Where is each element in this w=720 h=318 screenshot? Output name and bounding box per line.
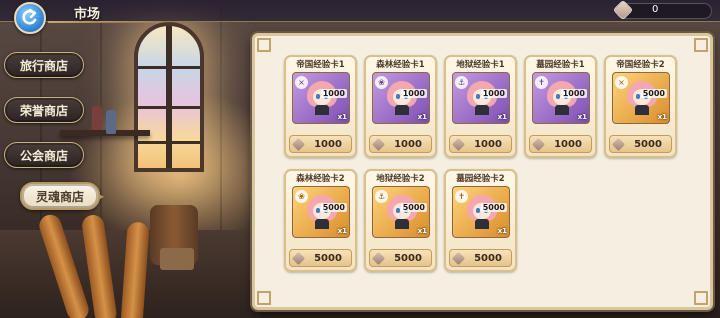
page-title: 市场 (74, 7, 101, 22)
item-quantity: x1 (577, 113, 587, 121)
price-value: 1000 (314, 139, 342, 150)
crate (160, 248, 194, 270)
exp-amount: 5000 (400, 203, 427, 212)
item-art: ⚓ 5000 x1 (372, 186, 430, 238)
shop-item-card[interactable]: 墓园经验卡2 ✝ 5000 x1 5000 (444, 169, 517, 272)
item-name: 地狱经验卡1 (456, 60, 505, 70)
shop-item-card[interactable]: 森林经验卡1 ❀ 1000 x1 1000 (364, 55, 437, 158)
exp-amount: 5000 (480, 203, 507, 212)
item-name: 森林经验卡1 (376, 60, 425, 70)
panel-corner-ornament (257, 291, 271, 305)
price-button[interactable]: 5000 (289, 249, 352, 267)
title-decoration (48, 21, 188, 23)
panel-corner-ornament (694, 291, 708, 305)
price-button[interactable]: 1000 (449, 135, 512, 153)
price-value: 1000 (554, 139, 582, 150)
shop-item-card[interactable]: 墓园经验卡1 ✝ 1000 x1 1000 (524, 55, 597, 158)
bottle (92, 106, 102, 130)
bottle (106, 110, 116, 134)
price-button[interactable]: 1000 (529, 135, 592, 153)
price-button[interactable]: 5000 (609, 135, 672, 153)
item-quantity: x1 (657, 113, 667, 121)
price-button[interactable]: 5000 (449, 249, 512, 267)
panel-corner-ornament (694, 38, 708, 52)
back-arrow-icon (22, 8, 37, 25)
item-name: 墓园经验卡2 (456, 174, 505, 184)
item-art: ✝ 1000 x1 (532, 72, 590, 124)
price-value: 5000 (474, 253, 502, 264)
item-art: ❀ 5000 x1 (292, 186, 350, 238)
item-art: ⨯ 5000 x1 (612, 72, 670, 124)
sidebar-item-label: 荣誉商店 (19, 103, 68, 118)
character-portrait (467, 195, 497, 229)
price-button[interactable]: 1000 (289, 135, 352, 153)
price-value: 5000 (314, 253, 342, 264)
price-value: 1000 (394, 139, 422, 150)
item-quantity: x1 (417, 227, 427, 235)
item-quantity: x1 (497, 113, 507, 121)
item-name: 帝国经验卡1 (296, 60, 345, 70)
currency-value: 0 (652, 4, 659, 15)
shop-item-card[interactable]: 森林经验卡2 ❀ 5000 x1 5000 (284, 169, 357, 272)
character-portrait (547, 81, 577, 115)
price-value: 5000 (394, 253, 422, 264)
exp-amount: 1000 (560, 89, 587, 98)
shop-item-card[interactable]: 帝国经验卡1 ⨯ 1000 x1 1000 (284, 55, 357, 158)
character-portrait (387, 81, 417, 115)
top-bar (0, 0, 720, 22)
item-name: 帝国经验卡2 (616, 60, 665, 70)
item-quantity: x1 (417, 113, 427, 121)
item-quantity: x1 (337, 227, 347, 235)
item-name: 森林经验卡2 (296, 174, 345, 184)
item-art: ❀ 1000 x1 (372, 72, 430, 124)
sidebar-item-label: 灵魂商店 (35, 189, 84, 204)
item-art: ⚓ 1000 x1 (452, 72, 510, 124)
sidebar-item-honor-shop[interactable]: 荣誉商店 (4, 97, 84, 123)
character-portrait (467, 81, 497, 115)
character-portrait (307, 81, 337, 115)
back-button[interactable] (14, 2, 46, 34)
shop-item-card[interactable]: 地狱经验卡2 ⚓ 5000 x1 5000 (364, 169, 437, 272)
exp-amount: 1000 (480, 89, 507, 98)
item-art: ✝ 5000 x1 (452, 186, 510, 238)
panel-corner-ornament (257, 38, 271, 52)
selected-arrow-icon: ▸ (98, 189, 105, 203)
price-button[interactable]: 1000 (369, 135, 432, 153)
shop-item-card[interactable]: 地狱经验卡1 ⚓ 1000 x1 1000 (444, 55, 517, 158)
exp-amount: 5000 (320, 203, 347, 212)
sidebar-item-guild-shop[interactable]: 公会商店 (4, 142, 84, 168)
exp-amount: 5000 (640, 89, 667, 98)
price-value: 5000 (634, 139, 662, 150)
character-portrait (307, 195, 337, 229)
price-button[interactable]: 5000 (369, 249, 432, 267)
sidebar-item-label: 旅行商店 (19, 58, 68, 73)
sidebar-item-label: 公会商店 (19, 148, 68, 163)
stained-glass-window (134, 22, 204, 172)
price-value: 1000 (474, 139, 502, 150)
shelf (60, 130, 150, 136)
exp-amount: 1000 (320, 89, 347, 98)
item-name: 地狱经验卡2 (376, 174, 425, 184)
character-portrait (627, 81, 657, 115)
exp-amount: 1000 (400, 89, 427, 98)
sidebar-item-travel-shop[interactable]: 旅行商店 (4, 52, 84, 78)
shop-item-card[interactable]: 帝国经验卡2 ⨯ 5000 x1 5000 (604, 55, 677, 158)
character-portrait (387, 195, 417, 229)
item-quantity: x1 (497, 227, 507, 235)
item-name: 墓园经验卡1 (536, 60, 585, 70)
sidebar-item-soul-shop[interactable]: 灵魂商店 ▸ (20, 182, 104, 210)
item-quantity: x1 (337, 113, 347, 121)
item-art: ⨯ 1000 x1 (292, 72, 350, 124)
